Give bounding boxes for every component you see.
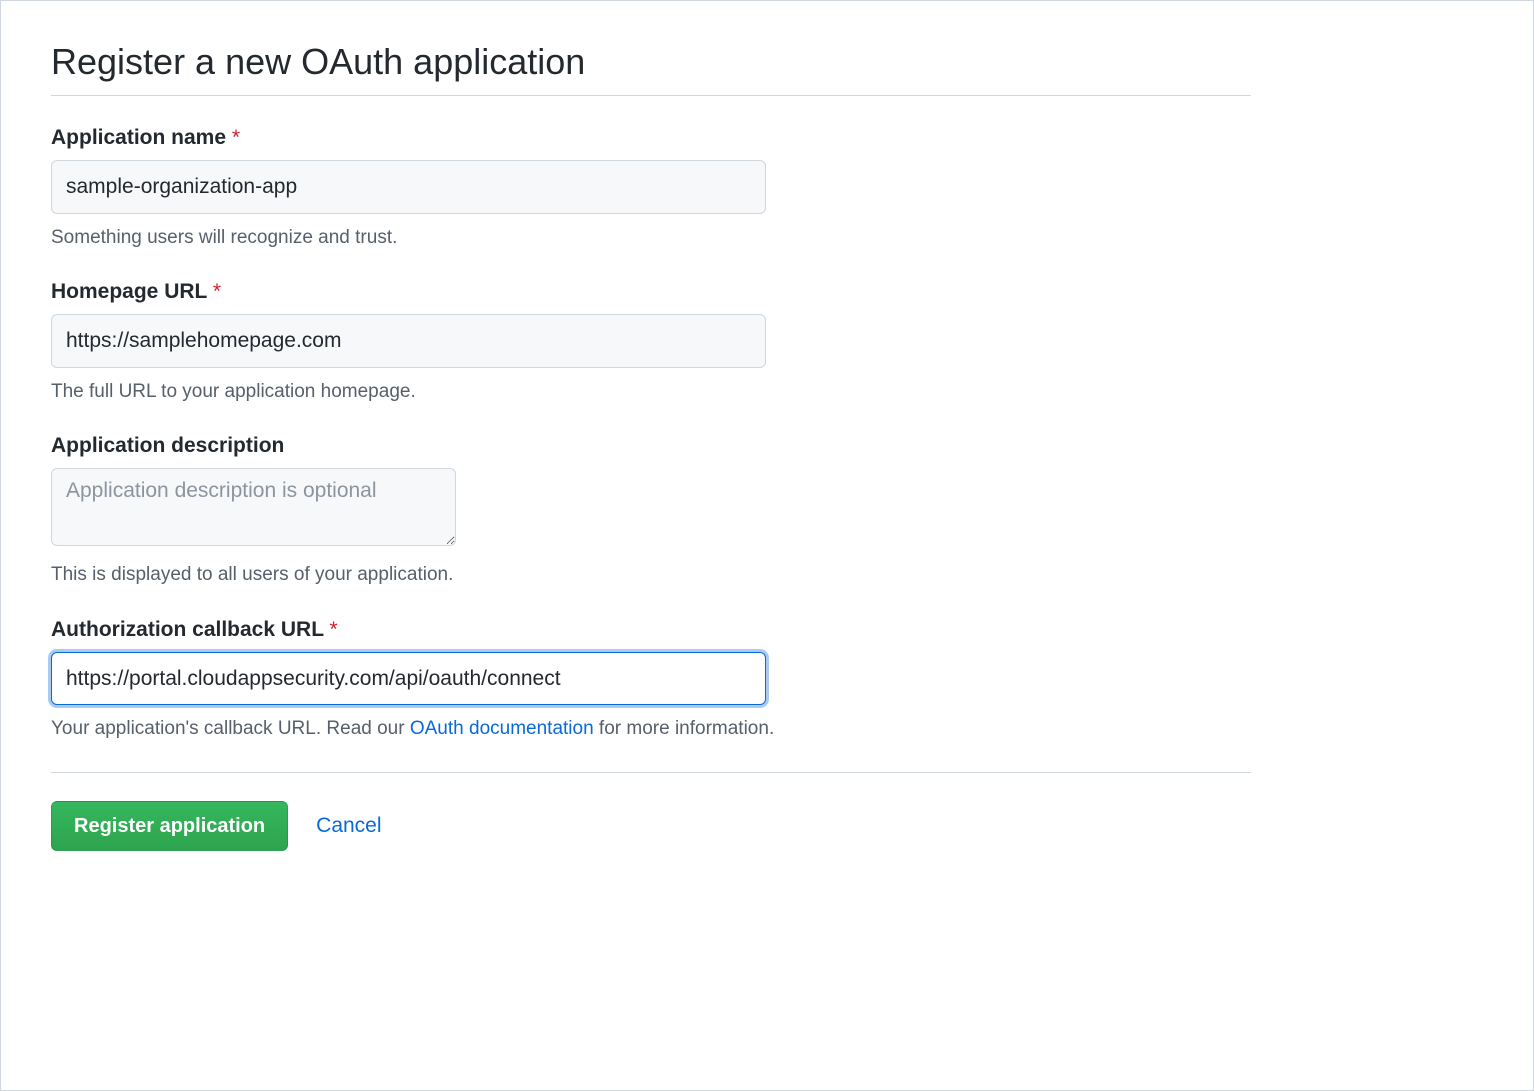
required-asterisk: * bbox=[213, 280, 221, 303]
callback-url-input[interactable] bbox=[51, 652, 766, 706]
required-asterisk: * bbox=[330, 618, 338, 641]
app-name-label-text: Application name bbox=[51, 126, 226, 149]
register-application-button[interactable]: Register application bbox=[51, 801, 288, 851]
app-name-group: Application name * Something users will … bbox=[51, 126, 1251, 252]
homepage-url-label-text: Homepage URL bbox=[51, 280, 207, 303]
button-row: Register application Cancel bbox=[51, 801, 1251, 851]
callback-url-help-suffix: for more information. bbox=[594, 718, 775, 739]
callback-url-label: Authorization callback URL * bbox=[51, 618, 1251, 642]
app-description-help: This is displayed to all users of your a… bbox=[51, 561, 1251, 590]
callback-url-help-prefix: Your application's callback URL. Read ou… bbox=[51, 718, 410, 739]
callback-url-group: Authorization callback URL * Your applic… bbox=[51, 618, 1251, 744]
app-description-label: Application description bbox=[51, 434, 1251, 458]
app-name-input[interactable] bbox=[51, 160, 766, 214]
app-name-help: Something users will recognize and trust… bbox=[51, 224, 1251, 253]
homepage-url-input[interactable] bbox=[51, 314, 766, 368]
page-title: Register a new OAuth application bbox=[51, 41, 1251, 83]
homepage-url-group: Homepage URL * The full URL to your appl… bbox=[51, 280, 1251, 406]
oauth-documentation-link[interactable]: OAuth documentation bbox=[410, 718, 594, 739]
callback-url-label-text: Authorization callback URL bbox=[51, 618, 324, 641]
app-name-label: Application name * bbox=[51, 126, 1251, 150]
homepage-url-help: The full URL to your application homepag… bbox=[51, 378, 1251, 407]
app-description-input[interactable] bbox=[51, 468, 456, 546]
cancel-button[interactable]: Cancel bbox=[316, 814, 381, 838]
actions-divider bbox=[51, 772, 1251, 773]
required-asterisk: * bbox=[232, 126, 240, 149]
app-description-group: Application description This is displaye… bbox=[51, 434, 1251, 590]
homepage-url-label: Homepage URL * bbox=[51, 280, 1251, 304]
title-divider bbox=[51, 95, 1251, 96]
oauth-registration-form: Register a new OAuth application Applica… bbox=[0, 0, 1534, 1091]
callback-url-help: Your application's callback URL. Read ou… bbox=[51, 715, 1251, 744]
app-description-label-text: Application description bbox=[51, 434, 284, 457]
